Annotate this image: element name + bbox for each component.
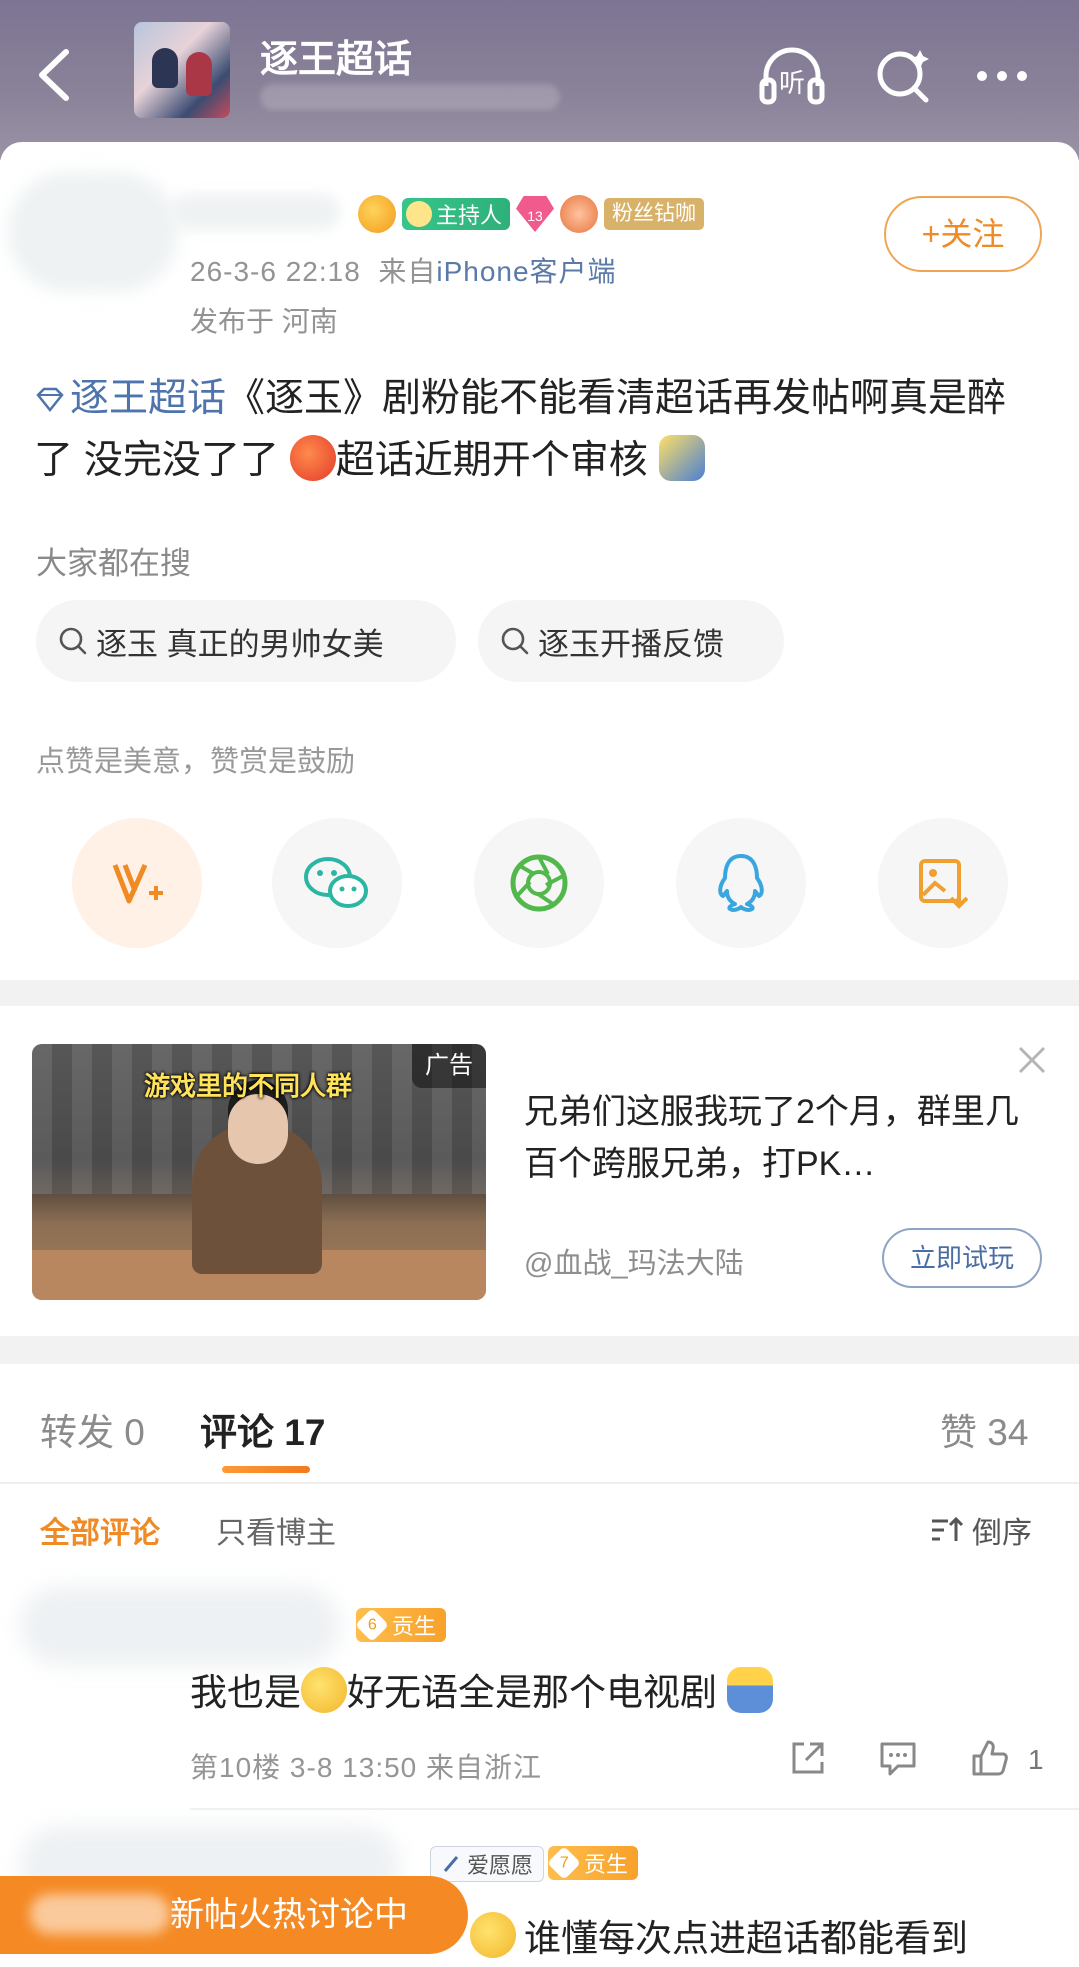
search-icon [59, 627, 87, 655]
reward-pointer [124, 790, 150, 804]
close-icon [1018, 1046, 1046, 1074]
share-qq-button[interactable] [676, 818, 806, 948]
post-time: 26-3-6 22:18 [190, 256, 361, 287]
monkey-badge-icon [560, 195, 599, 233]
ad-text: 兄弟们这服我玩了2个月，群里几百个跨服兄弟，打PK… [524, 1093, 1019, 1183]
ad-tag: 广告 [412, 1044, 486, 1088]
thumbs-up-icon [972, 1740, 1008, 1776]
search-icon [877, 50, 929, 103]
topic-link[interactable]: 逐王超话 [34, 377, 226, 420]
ad-source[interactable]: @血战_玛法大陆 [524, 1240, 744, 1282]
search-button[interactable] [868, 40, 940, 112]
angry-emoji-icon [289, 435, 336, 481]
post-text-b: 超话近期开个审核 [335, 439, 648, 482]
filter-all-comments[interactable]: 全部评论 [40, 1508, 160, 1552]
smile-emoji-icon [470, 1912, 516, 1958]
moments-aperture-icon [510, 854, 568, 912]
save-image-button[interactable] [878, 818, 1008, 948]
gem-level-badge: 13 [516, 196, 555, 232]
qq-penguin-icon [718, 854, 764, 912]
more-button[interactable] [966, 40, 1038, 112]
search-chip-label: 逐玉 真正的男帅女美 [96, 626, 384, 662]
post-card: 主持人 13 粉丝钻咖 26-3-6 22:18 来自iPhone客户端 发布于… [0, 142, 1079, 980]
topic-title: 逐王超话 [260, 39, 413, 81]
hot-pill-blurred-count [30, 1894, 170, 1934]
ad-card[interactable]: 游戏里的不同人群 广告 兄弟们这服我玩了2个月，群里几百个跨服兄弟，打PK… @… [0, 1006, 1079, 1336]
back-button[interactable] [28, 40, 88, 110]
search-chip-label: 逐玉开播反馈 [538, 626, 724, 662]
topic-subtitle-blurred [260, 84, 560, 110]
listen-label: 听 [779, 69, 805, 99]
sort-button[interactable]: 倒序 [930, 1508, 1032, 1552]
pen-icon [443, 1856, 459, 1872]
post-from-prefix: 来自 [378, 256, 437, 287]
search-chip[interactable]: 逐玉开播反馈 [478, 600, 784, 682]
reply-button[interactable] [876, 1736, 920, 1780]
fans-badge: 粉丝钻咖 [604, 198, 705, 230]
level-badge: 6 贡生 [355, 1608, 447, 1642]
tab-like[interactable]: 赞 34 [940, 1402, 1028, 1456]
listen-button[interactable]: 听 [756, 40, 828, 112]
diamond-icon [36, 387, 64, 413]
comment-user-blurred[interactable] [20, 1586, 340, 1666]
comment-icon [880, 1742, 916, 1776]
sort-icon [932, 1516, 964, 1541]
post-meta: 26-3-6 22:18 来自iPhone客户端 [190, 250, 617, 290]
try-now-button[interactable]: 立即试玩 [882, 1228, 1042, 1288]
headphones-icon: 听 [759, 47, 825, 105]
comment-text: 谁懂每次点进超话都能看到 [470, 1908, 968, 1962]
share-wechat-button[interactable] [272, 818, 402, 948]
tab-comment[interactable]: 评论 17 [200, 1402, 325, 1456]
sleeping-emoji-icon [658, 435, 705, 481]
divider [0, 1482, 1079, 1484]
post-source[interactable]: iPhone客户端 [436, 256, 616, 287]
share-moments-button[interactable] [474, 818, 604, 948]
chevron-left-icon [39, 49, 69, 101]
image-download-icon [919, 859, 969, 909]
filter-op-only[interactable]: 只看博主 [216, 1508, 336, 1552]
comment-divider [190, 1808, 1079, 1810]
tab-repost[interactable]: 转发 0 [40, 1402, 145, 1456]
avatar[interactable] [8, 172, 178, 292]
comment-text: 我也是 好无语全是那个电视剧 [190, 1662, 774, 1716]
shrug-emoji-icon [727, 1667, 774, 1713]
share-icon [792, 1742, 824, 1774]
search-icon [501, 627, 529, 655]
reward-label: 点赞是美意，赞赏是鼓励 [36, 746, 356, 778]
ad-close-button[interactable] [1012, 1040, 1052, 1080]
like-count: 1 [1028, 1744, 1044, 1775]
host-badge: 主持人 [402, 198, 511, 230]
topic-cover-image[interactable] [134, 22, 230, 118]
thinking-emoji-icon [301, 1667, 347, 1713]
sort-label: 倒序 [972, 1517, 1032, 1550]
active-tab-indicator [222, 1466, 310, 1473]
user-badges: 主持人 13 粉丝钻咖 [358, 194, 705, 234]
trending-search-label: 大家都在搜 [36, 546, 191, 581]
fish-badge-icon [358, 195, 396, 233]
comments-section: 转发 0 评论 17 赞 34 全部评论 只看博主 倒序 6 贡生 我也是 好无语… [0, 1364, 1079, 1967]
wechat-icon [304, 857, 368, 908]
v-plus-icon [112, 863, 163, 904]
host-badge-icon [406, 201, 432, 227]
share-row [0, 818, 1079, 948]
ad-video-thumbnail[interactable]: 游戏里的不同人群 广告 [32, 1044, 486, 1300]
like-button[interactable] [968, 1736, 1012, 1780]
post-location: 发布于 河南 [190, 306, 338, 337]
topic-header: 逐王超话 听 [0, 0, 1079, 160]
username-blurred[interactable] [170, 194, 340, 230]
search-chip[interactable]: 逐玉 真正的男帅女美 [36, 600, 456, 682]
more-dots-icon [977, 71, 1027, 81]
repost-comment-button[interactable] [786, 1736, 830, 1780]
comment-meta: 第10楼 3-8 13:50 来自浙江 [190, 1752, 543, 1783]
reward-button[interactable] [72, 818, 202, 948]
level-badge: 7 贡生 [547, 1846, 639, 1880]
host-badge-label: 主持人 [436, 203, 503, 228]
love-badge: 爱愿愿 [430, 1846, 545, 1882]
post-body: 逐王超话《逐玉》剧粉能不能看清超话再发帖啊真是醉了 没完没了了 超话近期开个审核 [34, 368, 1034, 492]
follow-button[interactable]: +关注 [884, 196, 1042, 272]
ad-video-caption: 游戏里的不同人群 [144, 1071, 353, 1101]
